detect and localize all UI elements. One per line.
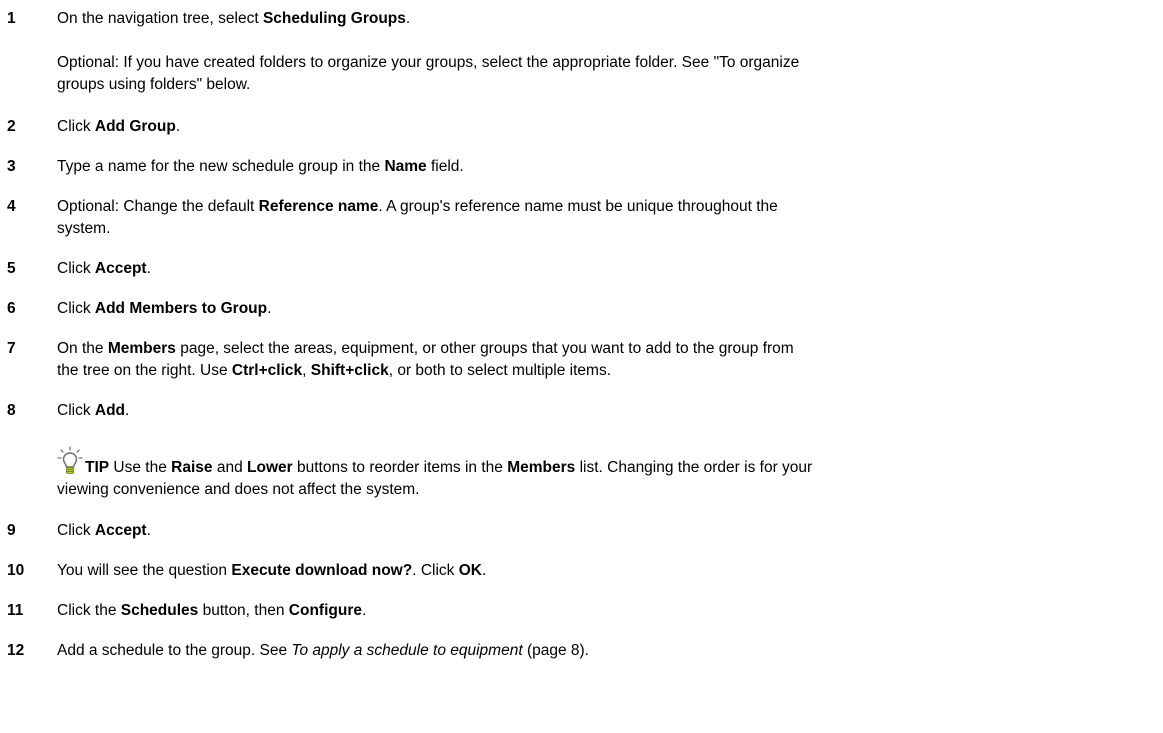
step-text: Click Add Members to Group. bbox=[57, 300, 272, 317]
step-text: Add a schedule to the group. See To appl… bbox=[57, 642, 589, 659]
step-text: On the navigation tree, select Schedulin… bbox=[57, 10, 411, 27]
step-text: Optional: Change the default Reference n… bbox=[57, 198, 778, 215]
document: 1 On the navigation tree, select Schedul… bbox=[0, 0, 1163, 733]
step-text: You will see the question Execute downlo… bbox=[57, 562, 487, 579]
step-number: 2 bbox=[7, 118, 16, 135]
step-number: 7 bbox=[7, 340, 16, 357]
step-text: Click the Schedules button, then Configu… bbox=[57, 602, 367, 619]
step-number: 3 bbox=[7, 158, 16, 175]
note-line-1: Optional: If you have created folders to… bbox=[57, 54, 800, 71]
step-number: 4 bbox=[7, 198, 16, 215]
step-number: 11 bbox=[7, 602, 24, 619]
step-text: Click Accept. bbox=[57, 522, 151, 539]
step-text-continued: the tree on the right. Use Ctrl+click, S… bbox=[57, 362, 611, 379]
step-number: 9 bbox=[7, 522, 16, 539]
step-number: 5 bbox=[7, 260, 16, 277]
tip-text: TIP Use the Raise and Lower buttons to r… bbox=[85, 459, 813, 476]
note-line-2: groups using folders" below. bbox=[57, 76, 251, 93]
step-number: 8 bbox=[7, 402, 16, 419]
step-number: 6 bbox=[7, 300, 16, 317]
step-number: 10 bbox=[7, 562, 25, 579]
step-text: Type a name for the new schedule group i… bbox=[57, 158, 464, 175]
step-text: Click Accept. bbox=[57, 260, 151, 277]
lightbulb-icon bbox=[57, 446, 83, 474]
cross-reference-link[interactable]: To apply a schedule to equipment bbox=[291, 642, 522, 659]
step-text: Click Add. bbox=[57, 402, 130, 419]
step-text: Click Add Group. bbox=[57, 118, 181, 135]
step-number: 1 bbox=[7, 10, 16, 27]
step-number: 12 bbox=[7, 642, 25, 659]
tip-text-continued: viewing convenience and does not affect … bbox=[57, 481, 420, 498]
step-text-continued: system. bbox=[57, 220, 111, 237]
step-text: On the Members page, select the areas, e… bbox=[57, 340, 794, 357]
